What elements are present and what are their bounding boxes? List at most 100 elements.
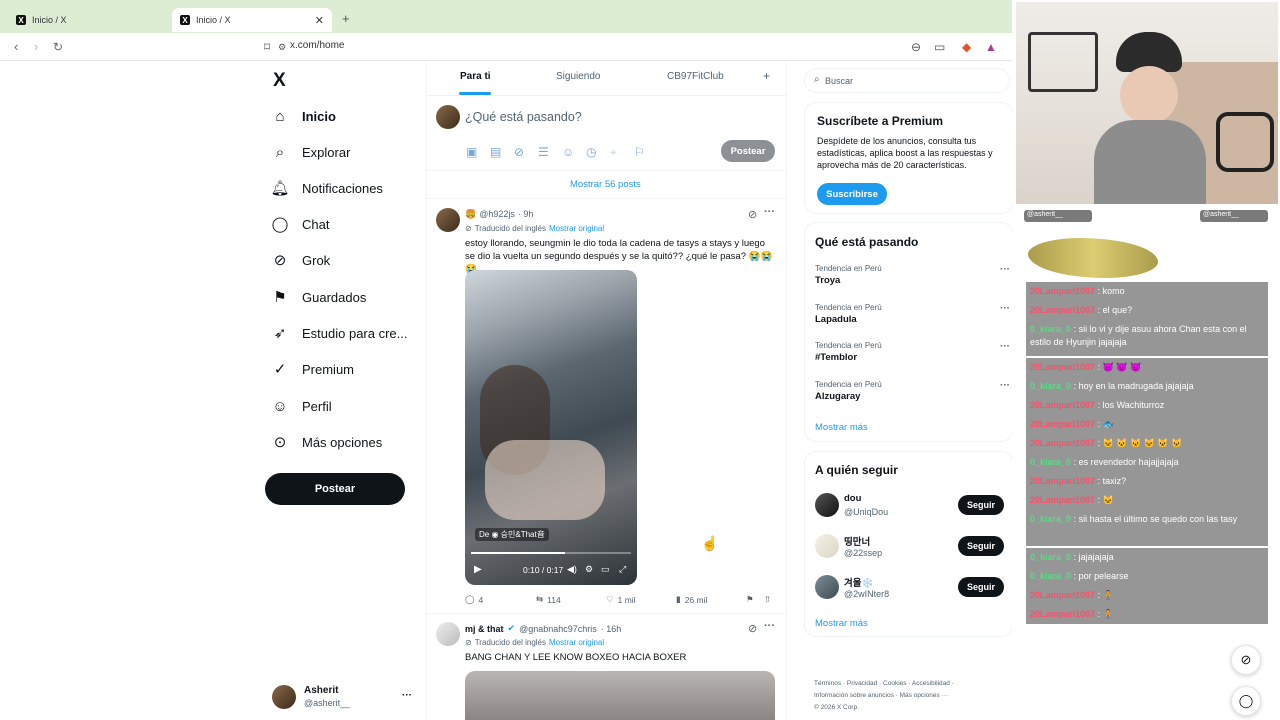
nav-item-notificaciones[interactable]: 🔔︎ Notificaciones	[270, 172, 382, 204]
webcam-mic-arm	[1216, 112, 1274, 172]
search-box[interactable]: ⌕ Buscar	[804, 68, 1010, 93]
brave-shield-icon[interactable]: ◆	[962, 40, 971, 54]
show-new-posts[interactable]: Mostrar 56 posts	[570, 179, 641, 190]
nav-item-premium[interactable]: ✓ Premium	[270, 353, 354, 385]
poll-icon[interactable]: ☰	[538, 145, 549, 159]
volume-icon[interactable]: ◀)	[567, 564, 577, 575]
follow-suggestion[interactable]: 겨울❄️ @2wINter8 Seguir	[815, 574, 1010, 600]
bookmark-icon: ⚑	[273, 289, 287, 306]
back-icon[interactable]: ‹	[14, 39, 18, 54]
browser-tab[interactable]: X Inicio / X	[8, 8, 170, 32]
gif-icon[interactable]: ▤	[490, 145, 501, 159]
composer-input[interactable]: ¿Qué está pasando?	[465, 110, 582, 124]
close-tab-icon[interactable]: ✕	[315, 14, 324, 27]
post-button[interactable]: Postear	[265, 473, 405, 505]
tweet-handle[interactable]: @h922js	[479, 209, 515, 220]
more-icon[interactable]: ···	[1000, 380, 1010, 391]
nav-item-estudio[interactable]: ➶ Estudio para cre...	[270, 317, 408, 349]
tweet-author[interactable]: mj & that	[465, 624, 504, 634]
new-tab-button[interactable]: +	[342, 11, 350, 26]
tab-cb97fitclub[interactable]: CB97FitClub	[667, 71, 724, 82]
tweet-handle[interactable]: @gnabnahc97chris	[519, 624, 597, 634]
site-info-icon[interactable]: ⚙	[278, 42, 286, 53]
trend-item[interactable]: Tendencia en Perú Lapadula ···	[815, 303, 1010, 325]
flag-icon[interactable]: ⚐	[634, 145, 645, 159]
location-icon[interactable]: ⌖	[610, 145, 617, 160]
footer-link[interactable]: Cookies	[883, 680, 906, 687]
views-button[interactable]: ▮ 26 mil	[676, 594, 707, 605]
subscribe-button[interactable]: Suscribirse	[817, 183, 887, 205]
more-icon[interactable]: ···	[764, 206, 775, 218]
show-original-link[interactable]: Mostrar original	[549, 224, 604, 233]
tweet-media[interactable]	[465, 671, 775, 720]
avatar	[436, 105, 460, 129]
trend-item[interactable]: Tendencia en Perú Troya ···	[815, 264, 1010, 286]
tab-para-ti[interactable]: Para ti	[460, 71, 491, 82]
nav-item-perfil[interactable]: ☺ Perfil	[270, 390, 331, 422]
nav-item-grok[interactable]: ⊘ Grok	[270, 244, 330, 276]
chat-text: : 🐱	[1097, 495, 1114, 505]
more-icon[interactable]: ···	[1000, 264, 1010, 275]
fullscreen-icon[interactable]: ⤢	[619, 564, 626, 575]
nav-item-inicio[interactable]: ⌂ Inicio	[270, 100, 335, 132]
footer-link[interactable]: Privacidad	[847, 680, 877, 687]
more-icon[interactable]: ···	[1000, 341, 1010, 352]
messages-floating-button[interactable]: ◯	[1231, 686, 1261, 716]
show-original-link[interactable]: Mostrar original	[549, 638, 604, 647]
search-input[interactable]: Buscar	[825, 76, 853, 86]
follow-suggestion[interactable]: dou @UniqDou Seguir	[815, 492, 1010, 518]
cast-icon[interactable]: ▭	[934, 40, 945, 54]
bookmark-page-icon[interactable]: ⌑	[264, 40, 270, 54]
tweet-time[interactable]: · 16h	[601, 624, 622, 634]
follow-button[interactable]: Seguir	[958, 536, 1004, 556]
settings-icon[interactable]: ⚙	[585, 564, 593, 575]
follow-suggestion[interactable]: 띵만너 @22ssep Seguir	[815, 533, 1010, 559]
repost-button[interactable]: ⇆ 114	[536, 594, 561, 605]
grok-floating-button[interactable]: ⊘	[1231, 645, 1261, 675]
grok-icon[interactable]: ⊘	[748, 208, 757, 221]
tab-siguiendo[interactable]: Siguiendo	[556, 71, 600, 82]
grok-icon[interactable]: ⊘	[514, 145, 524, 159]
more-icon[interactable]: ···	[1000, 303, 1010, 314]
nav-label: Premium	[302, 361, 355, 377]
address-bar[interactable]: x.com/home	[290, 40, 344, 51]
emoji-icon[interactable]: ☺	[562, 145, 574, 159]
image-icon[interactable]: ▣	[466, 145, 477, 159]
tweet-time[interactable]: · 9h	[518, 209, 534, 220]
avatar[interactable]	[436, 622, 460, 646]
nav-item-explorar[interactable]: ⌕ Explorar	[270, 136, 351, 168]
footer-link[interactable]: Términos	[814, 680, 841, 687]
trend-item[interactable]: Tendencia en Perú #Temblor ···	[815, 341, 1010, 363]
forward-icon[interactable]: ›	[34, 39, 38, 54]
rewards-icon[interactable]: ▲	[985, 40, 997, 54]
more-icon[interactable]: ···	[764, 620, 775, 632]
reply-button[interactable]: ◯ 4	[465, 594, 483, 605]
video-progress[interactable]	[471, 552, 631, 554]
avatar[interactable]	[436, 208, 460, 232]
tweet-video[interactable]: De ◉ 승민&That音 ▶ 0:10 / 0:17 ◀) ⚙ ▭ ⤢	[465, 270, 637, 585]
like-button[interactable]: ♡ 1 mil	[606, 594, 636, 605]
nav-item-guardados[interactable]: ⚑ Guardados	[270, 281, 366, 313]
add-tab-button[interactable]: +	[763, 69, 770, 83]
footer-link[interactable]: Información sobre anuncios · Más opcione…	[814, 690, 1014, 702]
zoom-icon[interactable]: ⊖	[911, 40, 921, 54]
share-icon[interactable]: ⇧	[764, 594, 771, 605]
follow-button[interactable]: Seguir	[958, 577, 1004, 597]
composer-post-button[interactable]: Postear	[721, 140, 775, 162]
follow-button[interactable]: Seguir	[958, 495, 1004, 515]
trend-item[interactable]: Tendencia en Perú Alzugaray ···	[815, 380, 1010, 402]
reload-icon[interactable]: ↻	[53, 40, 63, 54]
grok-icon[interactable]: ⊘	[748, 622, 757, 635]
x-logo[interactable]: X	[273, 70, 286, 92]
bookmark-icon[interactable]: ⚑	[746, 594, 754, 605]
schedule-icon[interactable]: ◷	[586, 145, 596, 159]
play-icon[interactable]: ▶	[474, 564, 482, 575]
show-more-trends[interactable]: Mostrar más	[815, 422, 868, 433]
nav-item-mas-opciones[interactable]: ⊙ Más opciones	[270, 426, 383, 458]
show-more-follow[interactable]: Mostrar más	[815, 618, 868, 629]
pip-icon[interactable]: ▭	[601, 564, 610, 575]
nav-item-chat[interactable]: ◯ Chat	[270, 208, 330, 240]
browser-tab-active[interactable]: X Inicio / X ✕	[172, 8, 332, 32]
account-switcher[interactable]: Asherit @asherit__ ···	[270, 682, 420, 712]
footer-link[interactable]: Accesibilidad	[912, 680, 950, 687]
